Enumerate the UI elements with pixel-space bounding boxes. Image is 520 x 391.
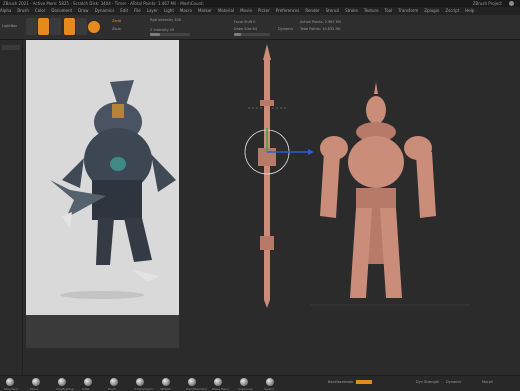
menu-item[interactable]: Edit xyxy=(120,8,128,13)
menu-item[interactable]: Alpha xyxy=(0,8,11,13)
menu-item[interactable]: Light xyxy=(164,8,174,13)
menu-item[interactable]: Help xyxy=(465,8,474,13)
draw-mode-button[interactable] xyxy=(38,18,49,35)
brush-icon[interactable] xyxy=(240,378,248,386)
brush-label: hPolish xyxy=(160,387,171,391)
brush-label: Move Topol xyxy=(212,387,229,391)
focal-shift-label: Focal Shift 0 xyxy=(234,20,256,24)
lightbox-button[interactable]: LightBox xyxy=(2,24,17,28)
window-title: ZBrush 2021 - Active Mem: 5825 - Scratch… xyxy=(3,1,204,6)
active-chip[interactable] xyxy=(356,380,372,384)
reference-floor xyxy=(26,315,179,348)
menu-item[interactable]: Transform xyxy=(398,8,418,13)
menu-item[interactable]: Macro xyxy=(180,8,192,13)
sphere-material-icon[interactable] xyxy=(88,21,100,33)
menu-item[interactable]: Zplugin xyxy=(424,8,439,13)
bottom-shelf: Standard Move ClayBuildup Inflat Pinch TrimDy… xyxy=(0,375,520,391)
rgb-intensity-label: Rgb Intensity 100 xyxy=(150,18,182,22)
brush-label: Move xyxy=(30,387,39,391)
concept-art-image xyxy=(50,80,176,299)
edit-button[interactable] xyxy=(26,18,37,35)
title-bar: ZBrush 2021 - Active Mem: 5825 - Scratch… xyxy=(0,0,520,7)
top-toolbar: LightBox Zadd Zsub Rgb Intensity 100 Z I… xyxy=(0,15,520,40)
shelf-toggle[interactable]: Backfacemask xyxy=(328,380,353,384)
brush-icon[interactable] xyxy=(58,378,66,386)
brush-label: Inflat xyxy=(82,387,90,391)
menu-item[interactable]: Preferences xyxy=(276,8,300,13)
menu-bar: Alpha Brush Color Document Draw Dynamics Edit F… xyxy=(0,7,520,15)
scale-mode-button[interactable] xyxy=(64,18,75,35)
brush-icon[interactable] xyxy=(136,378,144,386)
reference-image-panel xyxy=(26,40,179,348)
menu-item[interactable]: Layer xyxy=(147,8,158,13)
shelf-toggle[interactable]: Dynamic xyxy=(446,380,461,384)
brush-label: ClayBuildup xyxy=(56,387,74,391)
brush-icon[interactable] xyxy=(84,378,92,386)
brush-label: DamStandard xyxy=(186,387,207,391)
rotate-mode-button[interactable] xyxy=(76,18,87,35)
brush-label: TrimDynamic xyxy=(134,387,154,391)
menu-item[interactable]: Draw xyxy=(78,8,88,13)
brush-icon[interactable] xyxy=(188,378,196,386)
sculpt-viewport[interactable] xyxy=(180,40,520,375)
zsub-toggle[interactable]: Zsub xyxy=(112,27,121,31)
draw-size-slider[interactable] xyxy=(234,33,270,36)
brush-icon[interactable] xyxy=(110,378,118,386)
menu-item[interactable]: Color xyxy=(35,8,45,13)
brush-icon[interactable] xyxy=(162,378,170,386)
left-shelf-tab[interactable] xyxy=(2,45,20,50)
zintensity-label: Z Intensity 25 xyxy=(150,28,175,32)
brush-icon[interactable] xyxy=(266,378,274,386)
menu-item[interactable]: Document xyxy=(51,8,72,13)
menu-item[interactable]: Brush xyxy=(17,8,29,13)
brush-icon[interactable] xyxy=(32,378,40,386)
menu-item[interactable]: Render xyxy=(305,8,319,13)
warrior-model[interactable] xyxy=(320,82,436,298)
left-shelf xyxy=(0,40,23,375)
menu-item[interactable]: File xyxy=(134,8,141,13)
brush-label: Slash3 xyxy=(264,387,274,391)
total-points-label: Total Points: 19.832 Mil xyxy=(300,27,341,31)
zintensity-slider[interactable] xyxy=(150,33,190,36)
menu-item[interactable]: Material xyxy=(218,8,234,13)
brush-label: Pinch xyxy=(108,387,117,391)
zadd-toggle[interactable]: Zadd xyxy=(112,19,121,23)
menu-item[interactable]: Tool xyxy=(385,8,393,13)
menu-item[interactable]: Picker xyxy=(258,8,270,13)
menu-item[interactable]: Stroke xyxy=(345,8,358,13)
menu-item[interactable]: Dynamics xyxy=(95,8,115,13)
menu-item[interactable]: Stencil xyxy=(326,8,340,13)
menu-item[interactable]: Marker xyxy=(198,8,212,13)
spear-model[interactable] xyxy=(244,44,314,308)
shelf-toggle[interactable]: Dyn Strength xyxy=(416,380,439,384)
shelf-toggle[interactable]: Morph xyxy=(482,380,493,384)
draw-size-label: Draw Size 64 xyxy=(234,27,258,31)
brush-label: Standard xyxy=(4,387,18,391)
project-label: ZBrush Project xyxy=(472,1,502,6)
window-close-icon[interactable] xyxy=(509,1,514,6)
brush-icon[interactable] xyxy=(214,378,222,386)
brush-label: ClipCurve xyxy=(238,387,253,391)
dynamic-toggle[interactable]: Dynamic xyxy=(278,27,293,31)
brush-icon[interactable] xyxy=(6,378,14,386)
active-points-label: Active Points: 2.987 Mil xyxy=(300,20,341,24)
move-mode-button[interactable] xyxy=(50,18,61,35)
menu-item[interactable]: Zscript xyxy=(445,8,459,13)
viewport-canvas[interactable] xyxy=(180,40,520,375)
menu-item[interactable]: Movie xyxy=(240,8,252,13)
menu-item[interactable]: Texture xyxy=(364,8,379,13)
